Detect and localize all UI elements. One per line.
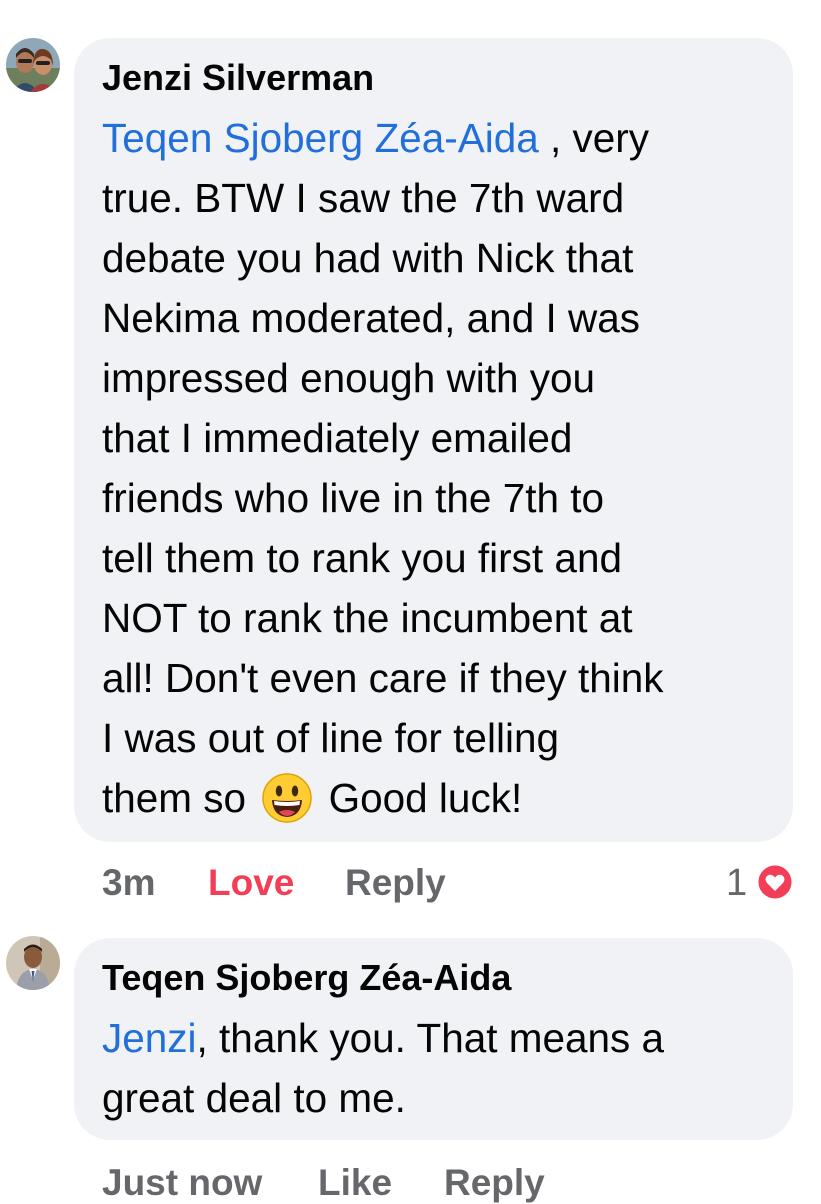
comment-line-text: them so bbox=[102, 775, 247, 821]
comment-line: all! Don't even care if they think bbox=[102, 655, 664, 701]
reply-button[interactable]: Reply bbox=[345, 862, 446, 904]
reply-button[interactable]: Reply bbox=[444, 1162, 545, 1204]
grinning-face-emoji-icon bbox=[261, 772, 313, 824]
comment-timestamp[interactable]: 3m bbox=[102, 862, 155, 904]
comment-body: Teqen Sjoberg Zéa-Aida , very true. BTW … bbox=[102, 108, 664, 828]
heart-reaction-icon[interactable] bbox=[755, 862, 795, 902]
comment-line: Nekima moderated, and I was bbox=[102, 295, 641, 341]
comment-timestamp[interactable]: Just now bbox=[102, 1162, 262, 1204]
comment-author[interactable]: Jenzi Silverman bbox=[102, 57, 374, 99]
comment-line: friends who live in the 7th to bbox=[102, 475, 605, 521]
comment-line: that I immediately emailed bbox=[102, 415, 573, 461]
profile-photo-man-in-suit-icon bbox=[6, 936, 60, 990]
comment-bubble-jenzi: Jenzi Silverman Teqen Sjoberg Zéa-Aida ,… bbox=[74, 38, 793, 842]
comment-line: great deal to me. bbox=[102, 1075, 406, 1121]
mention-link[interactable]: Teqen Sjoberg Zéa-Aida bbox=[102, 115, 539, 161]
comment-line-text: Good luck! bbox=[328, 775, 523, 821]
comment-author[interactable]: Teqen Sjoberg Zéa-Aida bbox=[102, 957, 511, 999]
comment-bubble-teqen: Teqen Sjoberg Zéa-Aida Jenzi, thank you.… bbox=[74, 938, 793, 1140]
like-button[interactable]: Like bbox=[318, 1162, 392, 1204]
love-reaction-button[interactable]: Love bbox=[208, 862, 294, 904]
comment-line: debate you had with Nick that bbox=[102, 235, 634, 281]
comment-line: them so Good luck! bbox=[102, 768, 664, 828]
profile-photo-couple-icon bbox=[6, 38, 60, 92]
comment-line: tell them to rank you first and bbox=[102, 535, 622, 581]
comment-line: Jenzi, thank you. That means a bbox=[102, 1008, 664, 1068]
comment-line: impressed enough with you bbox=[102, 355, 596, 401]
comment-line: I was out of line for telling bbox=[102, 715, 559, 761]
avatar-jenzi-silverman[interactable] bbox=[6, 38, 60, 92]
mention-link[interactable]: Jenzi bbox=[102, 1015, 197, 1061]
comment-line-text: , very bbox=[538, 115, 650, 161]
comment-line: NOT to rank the incumbent at bbox=[102, 595, 633, 641]
comment-line-text: , thank you. That means a bbox=[196, 1015, 665, 1061]
comment-line: true. BTW I saw the 7th ward bbox=[102, 175, 625, 221]
comment-body: Jenzi, thank you. That means a great dea… bbox=[102, 1008, 664, 1128]
reaction-count[interactable]: 1 bbox=[726, 862, 747, 905]
comment-line: Teqen Sjoberg Zéa-Aida , very bbox=[102, 108, 664, 168]
avatar-teqen-sjoberg-zea-aida[interactable] bbox=[6, 936, 60, 990]
